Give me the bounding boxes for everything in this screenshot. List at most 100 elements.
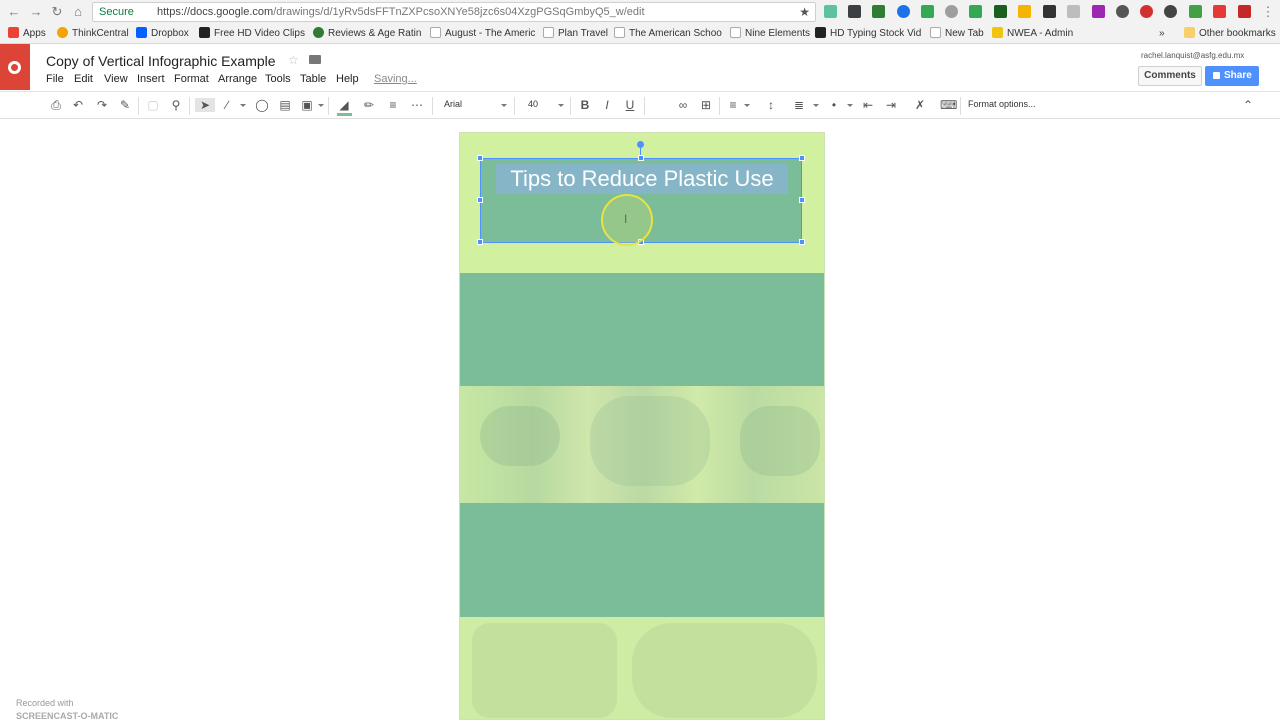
drive-icon[interactable]	[921, 5, 934, 18]
bulleted-list-icon[interactable]: •	[827, 98, 841, 112]
redo-icon[interactable]: ↷	[95, 98, 109, 112]
border-weight-icon[interactable]: ≡	[386, 98, 400, 112]
shape-icon[interactable]: ◯	[255, 98, 269, 112]
align-dropdown-icon[interactable]	[744, 104, 750, 107]
extension-icon[interactable]	[1213, 5, 1226, 18]
menu-edit[interactable]: Edit	[74, 73, 93, 85]
share-button[interactable]: Share	[1205, 66, 1259, 86]
check-icon[interactable]	[1189, 5, 1202, 18]
extension-icon[interactable]	[1238, 5, 1251, 18]
bookmark-plan-travel[interactable]: Plan Travel	[543, 27, 608, 41]
extension-icon[interactable]	[945, 5, 958, 18]
reload-icon[interactable]: ↻	[49, 4, 65, 20]
resize-handle[interactable]	[799, 197, 805, 203]
chrome-menu-icon[interactable]: ⋮	[1260, 4, 1276, 20]
extension-icon[interactable]	[1043, 5, 1056, 18]
extension-shield-icon[interactable]	[848, 5, 861, 18]
folder-icon[interactable]	[309, 55, 321, 64]
font-size-select[interactable]: 40	[528, 99, 538, 109]
font-family-select[interactable]: Arial	[444, 99, 462, 109]
border-dash-icon[interactable]: ⋯	[410, 98, 424, 112]
bookmark-august[interactable]: August - The Americ	[430, 27, 535, 41]
input-tools-icon[interactable]: ⌨	[940, 98, 957, 112]
bookmark-hd-typing[interactable]: HD Typing Stock Vid	[815, 27, 921, 41]
bookmark-american-school[interactable]: The American Schoo	[614, 27, 722, 41]
bookmarks-overflow-icon[interactable]: »	[1159, 27, 1165, 41]
resize-handle[interactable]	[799, 155, 805, 161]
extension-icon[interactable]	[994, 5, 1007, 18]
rotation-handle[interactable]	[637, 141, 644, 148]
bookmark-dropbox[interactable]: Dropbox	[136, 27, 189, 41]
insert-comment-icon[interactable]: ⊞	[699, 98, 713, 112]
resize-handle[interactable]	[477, 197, 483, 203]
star-icon[interactable]: ☆	[288, 53, 299, 67]
zoom-fit-icon[interactable]: ▢	[146, 98, 160, 112]
extension-icon[interactable]	[1140, 5, 1153, 18]
print-icon[interactable]: ⎙	[49, 98, 63, 112]
collapse-menus-icon[interactable]: ⌃	[1241, 98, 1255, 112]
forward-icon[interactable]: →	[28, 4, 44, 20]
link-icon[interactable]: ∞	[676, 98, 690, 112]
menu-insert[interactable]: Insert	[137, 73, 165, 85]
clear-formatting-icon[interactable]: ✗	[913, 98, 927, 112]
pinterest-icon[interactable]	[1164, 5, 1177, 18]
select-pointer-icon[interactable]: ➤	[195, 98, 215, 112]
numbered-list-dropdown-icon[interactable]	[813, 104, 819, 107]
bookmark-star-icon[interactable]: ★	[799, 3, 810, 21]
green-section-2[interactable]	[460, 503, 824, 617]
bookmark-thinkcentral[interactable]: ThinkCentral	[57, 27, 129, 41]
fill-color-icon[interactable]: ◢	[337, 98, 351, 112]
border-color-icon[interactable]: ✏	[362, 98, 376, 112]
green-section-1[interactable]	[460, 273, 824, 386]
document-title[interactable]: Copy of Vertical Infographic Example	[46, 53, 276, 69]
menu-view[interactable]: View	[104, 73, 128, 85]
menu-help[interactable]: Help	[336, 73, 359, 85]
increase-indent-icon[interactable]: ⇥	[884, 98, 898, 112]
account-email[interactable]: rachel.lanquist@asfg.edu.mx	[1141, 51, 1244, 60]
extension-icon[interactable]	[824, 5, 837, 18]
plastic-bottles-image[interactable]	[460, 386, 824, 503]
bookmark-reviews[interactable]: Reviews & Age Ratin	[313, 27, 421, 41]
underline-icon[interactable]: U	[623, 98, 637, 112]
font-family-dropdown-icon[interactable]	[501, 104, 507, 107]
extension-icon[interactable]	[1018, 5, 1031, 18]
plastic-bags-image[interactable]	[460, 617, 824, 719]
decrease-indent-icon[interactable]: ⇤	[861, 98, 875, 112]
extension-icon[interactable]	[872, 5, 885, 18]
image-dropdown-icon[interactable]	[318, 104, 324, 107]
paint-format-icon[interactable]: ✎	[118, 98, 132, 112]
bulleted-list-dropdown-icon[interactable]	[847, 104, 853, 107]
extension-icon[interactable]	[1092, 5, 1105, 18]
resize-handle[interactable]	[477, 239, 483, 245]
line-tool-icon[interactable]: ∕	[220, 98, 234, 112]
bookmark-other[interactable]: Other bookmarks	[1184, 27, 1276, 41]
bookmark-nwea[interactable]: NWEA - Admin	[992, 27, 1073, 41]
menu-tools[interactable]: Tools	[265, 73, 291, 85]
numbered-list-icon[interactable]: ≣	[792, 98, 806, 112]
infographic-title[interactable]: Tips to Reduce Plastic Use	[481, 166, 803, 192]
line-dropdown-icon[interactable]	[240, 104, 246, 107]
menu-arrange[interactable]: Arrange	[218, 73, 257, 85]
undo-icon[interactable]: ↶	[71, 98, 85, 112]
extension-icon[interactable]	[1116, 5, 1129, 18]
home-icon[interactable]: ⌂	[70, 4, 86, 20]
resize-handle[interactable]	[477, 155, 483, 161]
drawings-logo[interactable]	[0, 44, 30, 90]
address-bar[interactable]: Secure https://docs.google.com/drawings/…	[92, 2, 816, 22]
format-options-button[interactable]: Format options...	[968, 99, 1036, 109]
menu-table[interactable]: Table	[300, 73, 326, 85]
font-size-dropdown-icon[interactable]	[558, 104, 564, 107]
menu-file[interactable]: File	[46, 73, 64, 85]
bookmark-new-tab[interactable]: New Tab	[930, 27, 984, 41]
zoom-icon[interactable]: ⚲	[169, 98, 183, 112]
line-spacing-icon[interactable]: ↕	[764, 98, 778, 112]
bookmark-free-hd-video-clips[interactable]: Free HD Video Clips	[199, 27, 305, 41]
resize-handle[interactable]	[638, 155, 644, 161]
text-box-icon[interactable]: ▤	[278, 98, 292, 112]
comments-button[interactable]: Comments	[1138, 66, 1202, 86]
extension-icon[interactable]	[969, 5, 982, 18]
bookmark-nine-elements[interactable]: Nine Elements	[730, 27, 810, 41]
bookmark-apps[interactable]: Apps	[8, 27, 46, 41]
extension-icon[interactable]	[1067, 5, 1080, 18]
image-icon[interactable]: ▣	[300, 98, 314, 112]
